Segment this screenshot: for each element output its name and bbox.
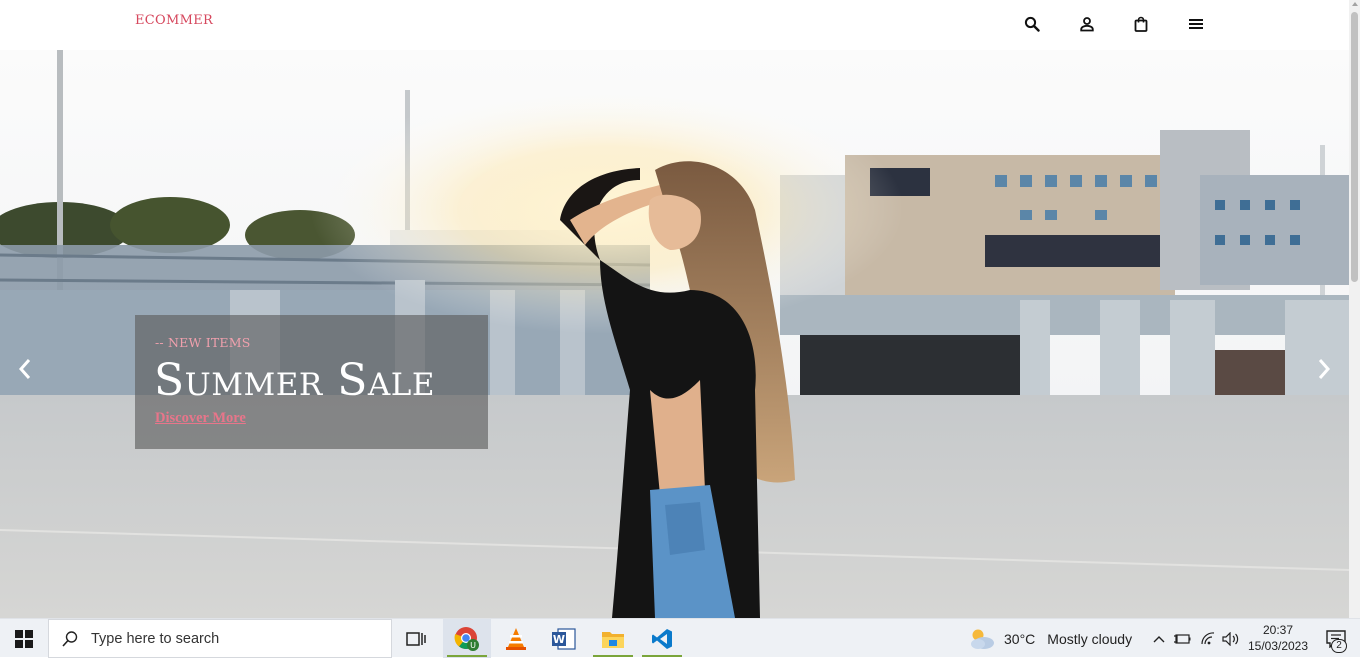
windows-logo-icon <box>15 629 33 648</box>
scroll-up-arrow-icon[interactable] <box>1352 2 1358 6</box>
chevron-left-icon[interactable] <box>12 354 38 384</box>
search-icon <box>62 630 78 647</box>
notifications-badge: 2 <box>1331 639 1347 653</box>
partly-cloudy-icon <box>971 629 994 649</box>
discover-more-link[interactable]: Discover More <box>155 410 246 427</box>
taskbar-search-box[interactable]: Type here to search <box>48 619 392 658</box>
weather-widget[interactable]: 30°C Mostly cloudy <box>968 619 1132 658</box>
page-scrollbar[interactable] <box>1349 0 1360 618</box>
hero-banner: -- NEW ITEMS Summer Sale Discover More <box>0 50 1349 618</box>
windows-taskbar: Type here to search U W 30°C Mostly clou… <box>0 618 1360 658</box>
wifi-icon[interactable] <box>1198 619 1218 658</box>
menu-icon[interactable] <box>1185 13 1207 35</box>
volume-icon[interactable] <box>1220 619 1242 658</box>
battery-charging-icon[interactable] <box>1172 619 1192 658</box>
chevron-right-icon[interactable] <box>1311 354 1337 384</box>
shopping-bag-icon[interactable] <box>1130 13 1152 35</box>
weather-temp: 30°C <box>1004 630 1036 647</box>
promo-kicker: -- NEW ITEMS <box>155 335 251 350</box>
search-placeholder: Type here to search <box>91 630 220 647</box>
taskbar-clock[interactable]: 20:37 15/03/2023 <box>1240 622 1316 654</box>
vlc-icon[interactable] <box>492 619 540 658</box>
promo-title: Summer Sale <box>154 355 435 406</box>
chevron-up-icon[interactable] <box>1150 619 1168 658</box>
word-icon[interactable]: W <box>540 619 588 658</box>
clock-time: 20:37 <box>1262 623 1294 637</box>
task-view-icon[interactable] <box>392 619 440 658</box>
file-explorer-icon[interactable] <box>589 619 637 658</box>
account-icon[interactable] <box>1076 13 1098 35</box>
promo-box: -- NEW ITEMS Summer Sale Discover More <box>135 315 488 449</box>
svg-text:U: U <box>470 641 476 650</box>
site-header: ECOMMER <box>0 0 1349 50</box>
weather-condition: Mostly cloudy <box>1047 630 1133 647</box>
vscode-icon[interactable] <box>638 619 686 658</box>
clock-date: 15/03/2023 <box>1247 639 1309 653</box>
browser-viewport: ECOMMER -- NEW ITEMS Summer Sale Discove… <box>0 0 1349 618</box>
windows-start-button[interactable] <box>0 619 48 658</box>
chrome-icon[interactable]: U <box>443 619 491 658</box>
brand-logo[interactable]: ECOMMER <box>135 13 213 28</box>
search-icon[interactable] <box>1021 13 1043 35</box>
svg-text:W: W <box>553 633 565 646</box>
scrollbar-thumb[interactable] <box>1351 12 1358 282</box>
